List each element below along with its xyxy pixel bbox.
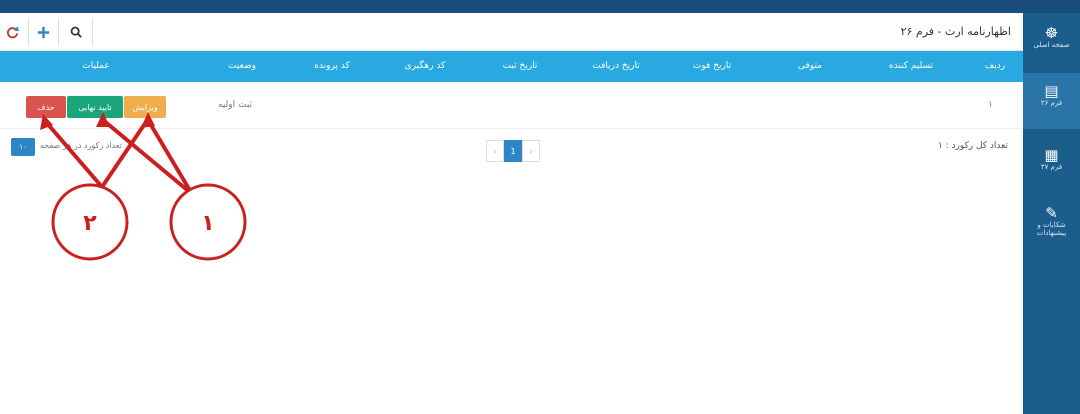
sidebar-item-form26[interactable]: ▤ فرم ۲۶ — [1023, 73, 1080, 129]
pagination: ‹ 1 › — [486, 140, 540, 162]
pagination-page-button[interactable]: 1 — [504, 140, 522, 162]
top-bar — [0, 0, 1080, 13]
per-page-label: تعداد رکورد در هر صفحه — [40, 141, 122, 150]
table-row: ۱ ثبت اولیه ویرایش تایید نهایی حذف — [0, 82, 1023, 129]
annotation-callout-1-label: ۱ — [201, 211, 214, 236]
annotation-callout-2-label: ۲ — [83, 211, 97, 236]
sidebar-item-label: فرم ۳۷ — [1040, 163, 1063, 171]
sidebar-item-label: صفحه اصلی — [1033, 41, 1070, 49]
sidebar-item-complaints[interactable]: ✎ شکایات و پیشنهادات — [1023, 205, 1080, 255]
per-page-select[interactable]: ۱۰ — [11, 138, 35, 156]
column-header-row: ردیف — [984, 61, 1006, 71]
refresh-icon — [6, 26, 19, 38]
sidebar: ☸ صفحه اصلی ▤ فرم ۲۶ ▦ فرم ۳۷ ✎ شکایات و… — [1023, 13, 1080, 414]
toolbar-divider — [28, 18, 29, 46]
edit-button[interactable]: ویرایش — [124, 96, 166, 118]
column-header-tracking-code: کد رهگیری — [404, 61, 446, 71]
column-header-status: وضعیت — [228, 61, 256, 71]
row-index: ۱ — [988, 100, 993, 110]
document-icon: ▤ — [1044, 82, 1059, 100]
toolbar-divider — [92, 18, 93, 46]
pagination-prev-button[interactable]: ‹ — [486, 140, 504, 162]
search-icon — [70, 26, 82, 38]
column-header-register-date: تاریخ ثبت — [502, 61, 538, 71]
sidebar-item-form37[interactable]: ▦ فرم ۳۷ — [1023, 147, 1080, 191]
column-header-death-date: تاریخ فوت — [692, 61, 732, 71]
column-header-submitter: تسلیم کننده — [888, 61, 934, 71]
column-header-case-code: کد پرونده — [314, 61, 350, 71]
annotation-callout-2 — [51, 183, 129, 261]
annotation-callout-1 — [169, 183, 247, 261]
confirm-button[interactable]: تایید نهایی — [67, 96, 123, 118]
file-icon: ▦ — [1044, 146, 1059, 164]
sidebar-item-label: فرم ۲۶ — [1040, 99, 1063, 107]
sidebar-item-label: شکایات و پیشنهادات — [1036, 221, 1067, 237]
annotation-arrow-1-confirm — [101, 118, 194, 196]
plus-icon — [37, 26, 49, 38]
page-header: اظهارنامه ارث - فرم ۲۶ — [0, 14, 1023, 51]
sidebar-item-home[interactable]: ☸ صفحه اصلی — [1023, 25, 1080, 75]
table-header: ردیف تسلیم کننده متوفی تاریخ فوت تاریخ د… — [0, 51, 1023, 82]
annotation-arrow-2-delete — [44, 120, 104, 189]
add-button[interactable] — [33, 22, 53, 42]
annotation-arrow-2-edit — [100, 120, 148, 189]
delete-button[interactable]: حذف — [26, 96, 66, 118]
pagination-next-button[interactable]: › — [522, 140, 540, 162]
column-header-receive-date: تاریخ دریافت — [592, 61, 640, 71]
search-button[interactable] — [66, 22, 86, 42]
pen-icon: ✎ — [1045, 204, 1058, 222]
dashboard-icon: ☸ — [1044, 24, 1059, 42]
column-header-deceased: متوفی — [798, 61, 822, 71]
page-title: اظهارنامه ارث - فرم ۲۶ — [900, 25, 1011, 38]
toolbar-divider — [58, 18, 59, 46]
annotation-arrow-1-edit — [146, 118, 194, 196]
refresh-button[interactable] — [2, 22, 22, 42]
row-status: ثبت اولیه — [218, 100, 253, 110]
total-records: تعداد کل رکورد : ۱ — [937, 141, 1008, 151]
column-header-operations: عملیات — [82, 61, 110, 71]
